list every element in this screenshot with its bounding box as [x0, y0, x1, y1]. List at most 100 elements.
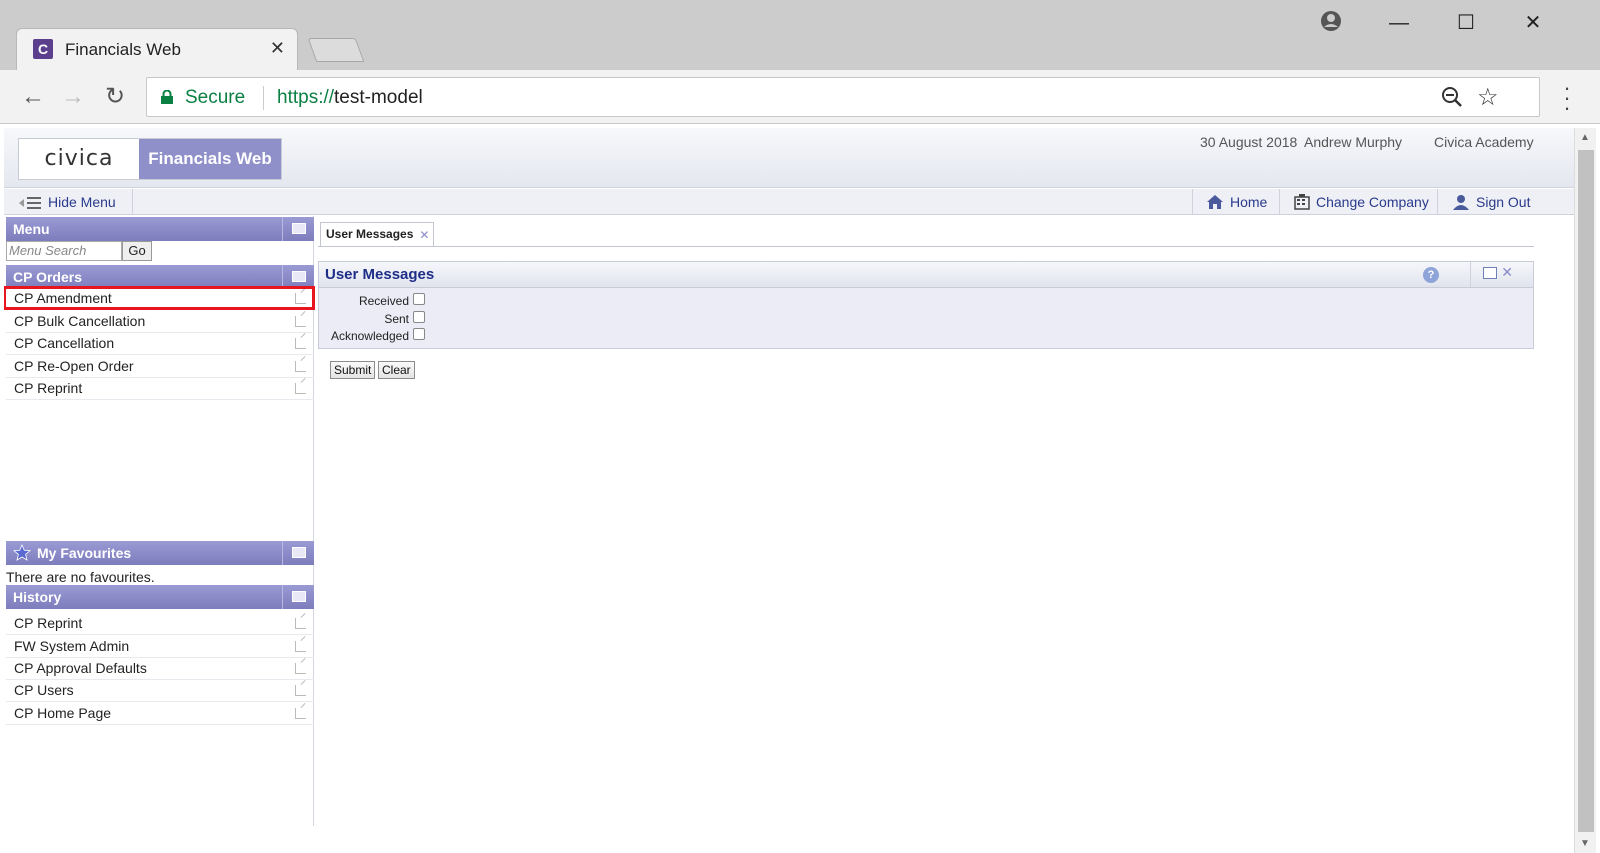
- url-text[interactable]: https://test-model: [277, 87, 423, 109]
- secure-label: Secure: [185, 87, 246, 108]
- maximize-button[interactable]: ☐: [1451, 10, 1481, 36]
- back-button[interactable]: ←: [18, 83, 48, 111]
- menu-item-label: CP Bulk Cancellation: [14, 313, 146, 329]
- civica-favicon-icon: C: [33, 39, 53, 59]
- open-new-window-icon[interactable]: [295, 663, 306, 674]
- received-label: Received: [358, 294, 409, 308]
- main-content: User Messages ✕ User Messages ? ✕ Receiv…: [318, 216, 1534, 836]
- history-item-cp-reprint[interactable]: CP Reprint: [6, 613, 314, 635]
- history-panel-header: History: [6, 585, 314, 609]
- history-item-label: CP Approval Defaults: [14, 660, 147, 676]
- scroll-up-icon[interactable]: ▲: [1580, 132, 1590, 143]
- close-window-button[interactable]: ✕: [1518, 10, 1548, 36]
- new-tab-button[interactable]: [307, 38, 365, 62]
- received-checkbox[interactable]: [413, 293, 425, 305]
- scroll-thumb[interactable]: [1578, 150, 1594, 832]
- home-label: Home: [1230, 194, 1268, 210]
- home-icon: [1207, 195, 1223, 209]
- open-new-window-icon[interactable]: [295, 685, 306, 696]
- open-new-window-icon[interactable]: [295, 361, 306, 372]
- product-name: Financials Web: [139, 139, 281, 179]
- menu-panel-header: Menu: [6, 217, 314, 241]
- sign-out-link[interactable]: Sign Out: [1452, 194, 1530, 210]
- open-new-window-icon[interactable]: [295, 708, 306, 719]
- open-new-window-icon[interactable]: [295, 383, 306, 394]
- sent-checkbox[interactable]: [413, 311, 425, 323]
- close-section-icon[interactable]: ✕: [1501, 264, 1513, 281]
- menu-item-cp-reprint[interactable]: CP Reprint: [6, 378, 314, 400]
- help-icon[interactable]: ?: [1423, 267, 1439, 283]
- account-icon[interactable]: [1316, 10, 1346, 36]
- change-company-link[interactable]: Change Company: [1294, 194, 1429, 210]
- favourites-panel-header: My Favourites: [6, 541, 314, 565]
- nav-divider: [1192, 189, 1193, 215]
- scroll-down-icon[interactable]: ▼: [1580, 838, 1590, 849]
- open-new-window-icon[interactable]: [295, 641, 306, 652]
- home-link[interactable]: Home: [1206, 194, 1267, 210]
- no-favourites-text: There are no favourites.: [6, 569, 155, 585]
- window-icon[interactable]: [1483, 267, 1497, 279]
- forward-button[interactable]: →: [58, 83, 88, 111]
- app-header: civica Financials Web 30 August 2018 And…: [4, 128, 1574, 188]
- logo[interactable]: civica Financials Web: [18, 138, 282, 180]
- menu-search-go-button[interactable]: Go: [122, 241, 152, 261]
- user-sign-out-icon: [1453, 195, 1469, 210]
- zoom-icon[interactable]: [1441, 86, 1463, 114]
- clear-button[interactable]: Clear: [378, 361, 415, 379]
- hide-menu-button[interactable]: Hide Menu: [18, 194, 116, 210]
- sent-label: Sent: [384, 312, 409, 326]
- url-scheme: https://: [277, 87, 335, 108]
- favourites-panel-toggle-icon[interactable]: [282, 541, 314, 565]
- menu-panel-title: Menu: [13, 221, 50, 237]
- page-scrollbar[interactable]: ▲ ▼: [1574, 128, 1596, 853]
- tab-user-messages-label: User Messages: [326, 227, 414, 241]
- browser-tab[interactable]: C Financials Web ✕: [16, 28, 298, 70]
- browser-menu-icon[interactable]: · · ·: [1562, 77, 1572, 119]
- history-panel-toggle-icon[interactable]: [282, 585, 314, 609]
- minimize-button[interactable]: —: [1384, 10, 1414, 36]
- menu-panel-toggle-icon[interactable]: [282, 217, 314, 241]
- submit-button[interactable]: Submit: [330, 361, 376, 379]
- open-new-window-icon[interactable]: [295, 618, 306, 629]
- highlight-box: [4, 286, 315, 310]
- nav-divider: [1279, 189, 1280, 215]
- page-viewport: civica Financials Web 30 August 2018 And…: [4, 128, 1574, 853]
- history-item-fw-system-admin[interactable]: FW System Admin: [6, 636, 314, 658]
- open-new-window-icon[interactable]: [295, 316, 306, 327]
- building-icon: [1294, 194, 1310, 210]
- menu-item-label: CP Re-Open Order: [14, 358, 134, 374]
- bookmark-star-icon[interactable]: ☆: [1477, 83, 1499, 112]
- tab-user-messages[interactable]: User Messages ✕: [320, 222, 435, 246]
- acknowledged-checkbox[interactable]: [413, 328, 425, 340]
- history-panel-title: History: [13, 589, 62, 605]
- omnibox-divider: [263, 86, 264, 110]
- sign-out-label: Sign Out: [1476, 194, 1531, 210]
- menu-item-cp-re-open-order[interactable]: CP Re-Open Order: [6, 356, 314, 378]
- tab-title: Financials Web: [65, 40, 181, 59]
- url-host: test-model: [334, 87, 423, 108]
- menu-item-cp-cancellation[interactable]: CP Cancellation: [6, 333, 314, 355]
- history-item-cp-approval-defaults[interactable]: CP Approval Defaults: [6, 658, 314, 680]
- change-company-label: Change Company: [1316, 194, 1429, 210]
- close-tab-icon[interactable]: ✕: [270, 38, 285, 59]
- history-item-cp-home-page[interactable]: CP Home Page: [6, 703, 314, 725]
- reload-button[interactable]: ↻: [100, 83, 130, 111]
- menu-item-label: CP Cancellation: [14, 335, 115, 351]
- star-icon: [13, 544, 31, 561]
- close-tab-icon[interactable]: ✕: [419, 224, 429, 246]
- section-title: User Messages: [325, 266, 435, 283]
- nav-divider: [1437, 189, 1438, 215]
- menu-item-cp-bulk-cancellation[interactable]: CP Bulk Cancellation: [6, 311, 314, 333]
- history-item-label: FW System Admin: [14, 638, 130, 654]
- hide-menu-label: Hide Menu: [48, 194, 116, 210]
- address-bar[interactable]: Secure https://test-model ☆: [146, 77, 1540, 117]
- history-item-cp-users[interactable]: CP Users: [6, 680, 314, 702]
- lock-icon: [161, 90, 173, 104]
- history-item-label: CP Users: [14, 682, 74, 698]
- open-new-window-icon[interactable]: [295, 338, 306, 349]
- app-nav-bar: Hide Menu Home Change Company Sign Out: [4, 189, 1574, 215]
- menu-item-label: CP Reprint: [14, 380, 83, 396]
- filter-form: Received Sent Acknowledged: [318, 288, 1534, 349]
- menu-search-input[interactable]: Menu Search: [6, 241, 122, 261]
- section-header: User Messages ? ✕: [318, 261, 1534, 288]
